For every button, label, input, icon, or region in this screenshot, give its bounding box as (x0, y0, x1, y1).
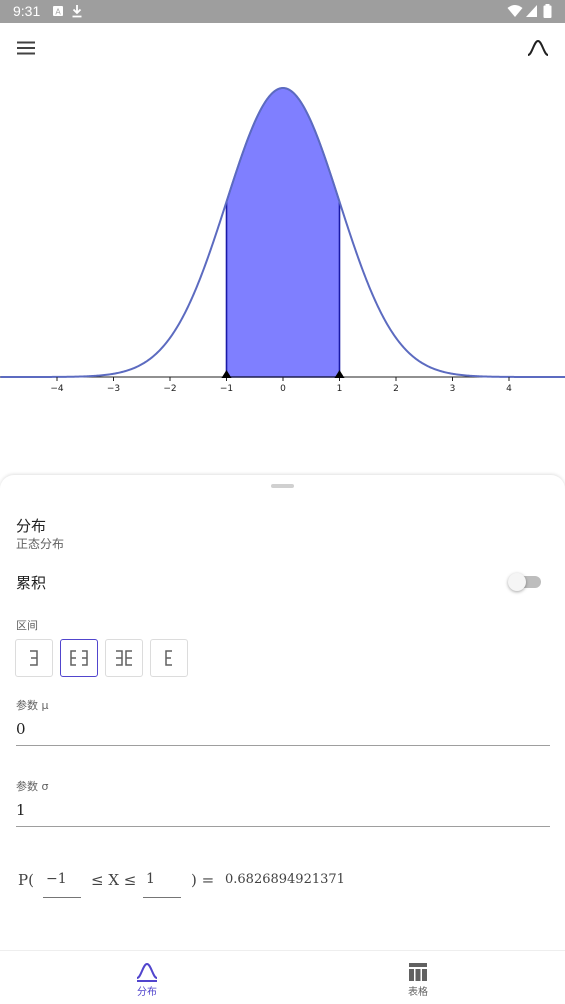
probability-result: 0.6826894921371 (225, 872, 345, 887)
nav-table[interactable]: 表格 (378, 951, 458, 1004)
download-icon (72, 5, 82, 18)
bell-curve-icon (527, 40, 549, 56)
prob-prefix: P( (18, 871, 34, 889)
left-sided-icon (30, 650, 38, 666)
x-tick-label: 2 (393, 384, 399, 394)
prob-suffix: ) = (191, 871, 215, 889)
graph-canvas[interactable]: −4 −3 −2 −1 0 1 2 3 4 (0, 60, 565, 460)
interval-left-sided-button[interactable] (15, 639, 53, 677)
wifi-icon (507, 5, 523, 17)
interval-outside-button[interactable] (105, 639, 143, 677)
probability-row: P( −1 ≤ X ≤ 1 ) = 0.6826894921371 (0, 860, 565, 900)
bottom-navigation: 分布 表格 (0, 950, 565, 1004)
right-sided-icon (165, 650, 172, 666)
x-tick-label: 3 (450, 384, 456, 394)
x-tick-label: 4 (506, 384, 512, 394)
table-icon (409, 963, 427, 981)
two-sided-icon (70, 650, 88, 666)
x-tick-label: −4 (50, 384, 64, 394)
outside-icon (116, 650, 132, 666)
svg-text:A: A (55, 8, 61, 17)
param-sigma-label: 参数 σ (16, 780, 49, 793)
toggle-thumb (508, 573, 526, 591)
sheet-drag-handle[interactable] (271, 484, 294, 488)
nav-table-label: 表格 (408, 987, 428, 998)
x-tick-label: 0 (280, 384, 286, 394)
battery-icon (543, 4, 552, 18)
notification-app-icon: A (53, 6, 63, 17)
param-mu-label: 参数 μ (16, 699, 49, 712)
lower-bound-input[interactable]: −1 (43, 866, 81, 898)
nav-distribution-label: 分布 (137, 987, 157, 998)
distribution-title: 分布 (16, 517, 47, 535)
distribution-name[interactable]: 正态分布 (16, 535, 64, 552)
distribution-icon (136, 962, 158, 982)
cumulative-label: 累积 (16, 574, 47, 592)
x-tick-label: −1 (220, 384, 233, 394)
param-mu-input[interactable]: 0 (16, 716, 550, 746)
distribution-graph[interactable]: −4 −3 −2 −1 0 1 2 3 4 (0, 60, 565, 460)
nav-distribution[interactable]: 分布 (107, 951, 187, 1004)
settings-sheet: 分布 正态分布 累积 区间 参数 μ 0 参数 σ 1 P( −1 ≤ X ≤ … (0, 475, 565, 950)
shaded-probability-area (225, 87, 341, 378)
signal-icon (526, 5, 537, 17)
interval-two-sided-button[interactable] (60, 639, 98, 677)
menu-icon (17, 41, 35, 55)
interval-right-sided-button[interactable] (150, 639, 188, 677)
status-bar: 9:31 A (0, 0, 565, 23)
prob-middle: ≤ X ≤ (91, 871, 137, 889)
upper-bound-input[interactable]: 1 (143, 866, 181, 898)
status-time: 9:31 (13, 3, 41, 19)
interval-label: 区间 (16, 619, 38, 632)
x-tick-label: 1 (337, 384, 343, 394)
x-tick-label: −3 (107, 384, 120, 394)
cumulative-toggle[interactable] (508, 573, 541, 591)
param-sigma-input[interactable]: 1 (16, 797, 550, 827)
x-tick-label: −2 (163, 384, 176, 394)
